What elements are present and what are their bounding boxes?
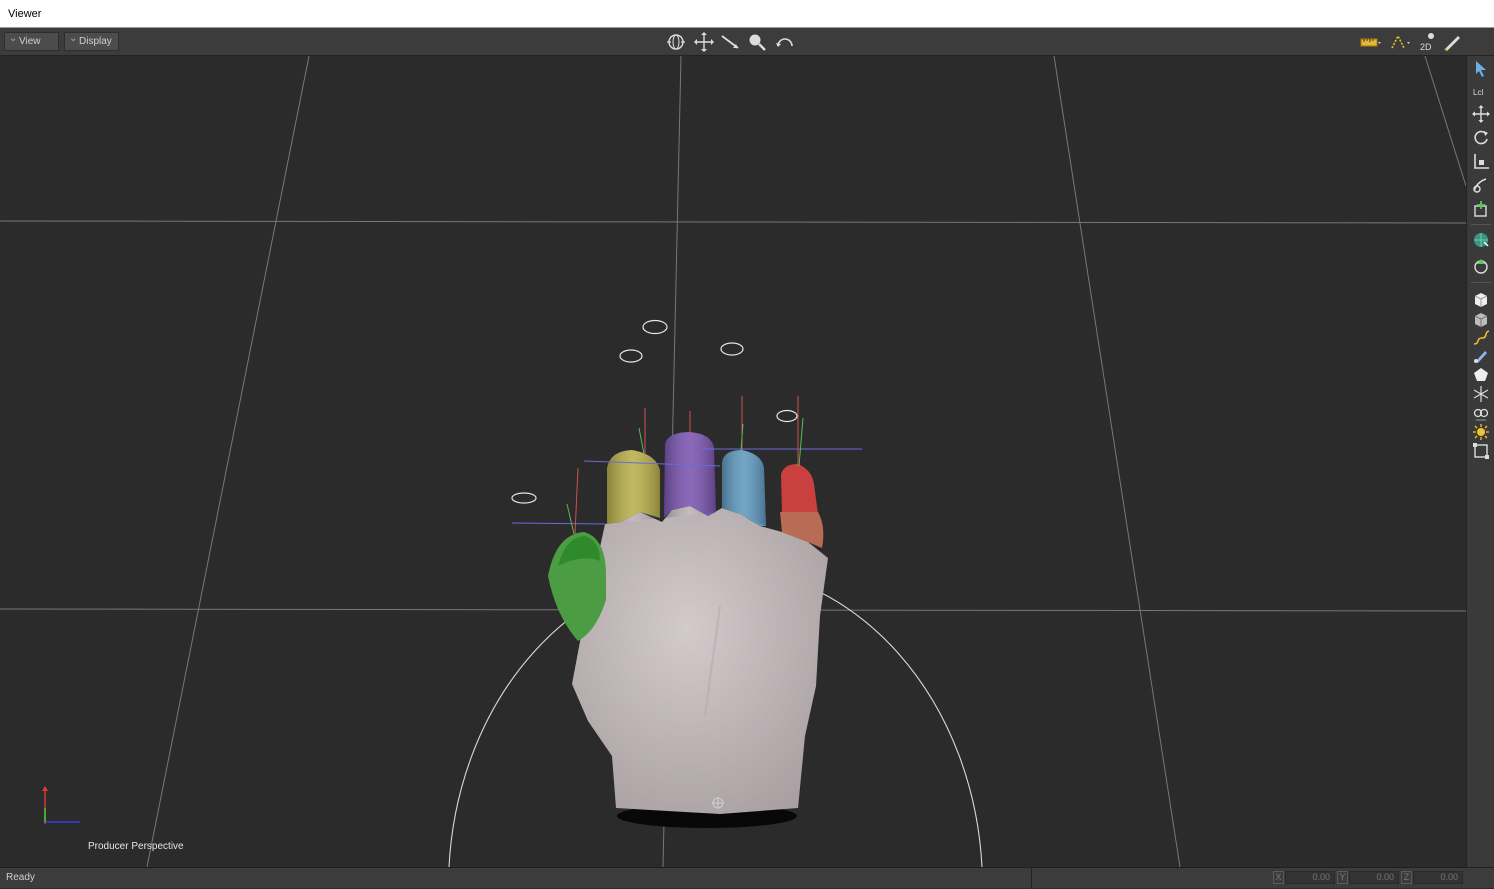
dolly-icon[interactable] — [720, 31, 742, 53]
select-icon[interactable] — [1471, 59, 1491, 79]
shape-icon[interactable] — [1471, 365, 1491, 385]
edit-icon[interactable] — [1442, 31, 1464, 53]
camera-label: Producer Perspective — [88, 841, 184, 852]
local-label: Lcl — [1473, 88, 1483, 97]
x-coord-label: X — [1273, 871, 1284, 884]
mode-2d-label: 2D — [1420, 42, 1432, 52]
rig-icon[interactable] — [1471, 175, 1491, 195]
translate-icon[interactable] — [1471, 104, 1491, 124]
middle-finger — [664, 432, 716, 518]
3d-viewport[interactable]: Producer Perspective — [0, 56, 1466, 867]
y-coord-field[interactable]: 0.00 — [1349, 871, 1399, 884]
window-title: Viewer — [8, 8, 42, 20]
axis-gizmo — [42, 786, 80, 824]
index-finger — [607, 450, 660, 524]
viewer-toolbar: View Display 2D — [0, 28, 1494, 56]
hand-mesh — [572, 506, 828, 814]
pan-icon[interactable] — [693, 31, 715, 53]
cube-alt-icon[interactable] — [1471, 309, 1491, 329]
title-bar: Viewer — [0, 0, 1494, 28]
undo-view-icon[interactable] — [774, 31, 796, 53]
marker-icon[interactable] — [1471, 384, 1491, 404]
zoom-icon[interactable] — [746, 31, 768, 53]
z-coord-label: Z — [1401, 871, 1412, 884]
cube-icon[interactable] — [1471, 289, 1491, 309]
curve-icon[interactable] — [1390, 31, 1412, 53]
brush-icon[interactable] — [1471, 346, 1491, 366]
orbit-icon[interactable] — [665, 31, 687, 53]
rotate-icon[interactable] — [1471, 127, 1491, 147]
display-menu-button[interactable]: Display — [64, 30, 119, 51]
x-coord-field[interactable]: 0.00 — [1285, 871, 1335, 884]
toolbar-separator — [1471, 224, 1491, 225]
add-icon[interactable] — [1471, 199, 1491, 219]
side-toolbar: Lcl — [1466, 56, 1494, 867]
snap-icon[interactable] — [1471, 256, 1491, 276]
sun-icon[interactable] — [1471, 422, 1491, 442]
2d-icon[interactable]: 2D — [1418, 31, 1440, 53]
scale-icon[interactable] — [1471, 151, 1491, 171]
frame-icon[interactable] — [1471, 441, 1491, 461]
view-menu-button[interactable]: View — [4, 30, 59, 51]
toolbar-separator — [1471, 282, 1491, 283]
status-text: Ready — [6, 872, 35, 883]
z-coord-field[interactable]: 0.00 — [1413, 871, 1463, 884]
status-bar: Ready X 0.00 Y 0.00 Z 0.00 — [0, 867, 1494, 889]
globe-icon[interactable] — [1471, 230, 1491, 250]
local-icon[interactable]: Lcl — [1471, 81, 1491, 101]
eye-icon[interactable] — [1471, 403, 1491, 423]
path-icon[interactable] — [1471, 328, 1491, 348]
status-divider — [1031, 868, 1032, 889]
ruler-icon[interactable] — [1360, 31, 1382, 53]
scene-canvas[interactable] — [0, 56, 1466, 867]
y-coord-label: Y — [1337, 871, 1348, 884]
